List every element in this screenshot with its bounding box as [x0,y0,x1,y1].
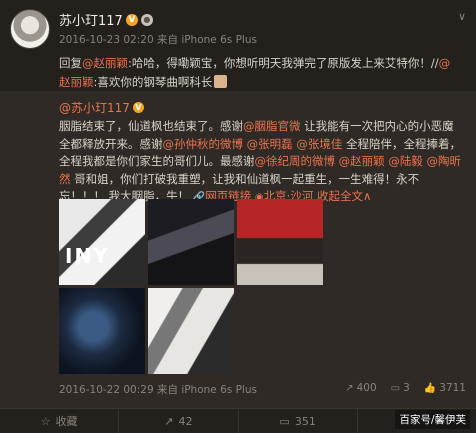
post-source: iPhone 6s Plus [181,34,257,46]
post-author: 苏小玎117 V ● [59,10,153,29]
chevron-up-icon[interactable]: ∧ [363,189,371,203]
favorite-label: 收藏 [55,415,78,428]
star-icon: ☆ [40,414,51,428]
like-count: 3711 [439,382,466,394]
reply-body: :哈哈，得嘞颖宝，你想听明天我弹完了原版发上来艾特你！// [128,56,439,70]
share-count: 400 [356,382,377,394]
watermark: 百家号/馨伊芙 [395,410,470,429]
share-icon: ↗ [345,382,354,394]
mention-link[interactable]: @陆毅 [388,154,423,168]
post-time[interactable]: 2016-10-23 02:20 [59,34,154,46]
like-stat[interactable]: 👍 3711 [424,382,466,394]
repost-stats: ↗ 400 ▭ 3 👍 3711 [345,382,466,394]
comment-stat[interactable]: ▭ 3 [391,382,410,394]
avatar[interactable] [10,9,50,49]
photo-thumbnail[interactable] [59,288,145,374]
share-stat[interactable]: ↗ 400 [345,382,376,394]
repost-author: @苏小玎117 V [59,99,144,116]
repost-box: @苏小玎117 V 胭脂结束了，仙道枫也结束了。感谢@胭脂官微 让我能有一次把内… [0,91,476,408]
repost-count: 42 [178,414,193,428]
mention-link[interactable]: @徐纪周的微博 [255,154,336,168]
mention-link[interactable]: @孙仲秋的微博 [163,137,244,151]
comment-count: 3 [403,382,410,394]
chevron-down-icon[interactable]: ∨ [458,10,466,23]
photo-thumbnail[interactable] [148,288,234,374]
favorite-button[interactable]: ☆ 收藏 [0,409,120,433]
reply-text: 回复@赵丽颖:哈哈，得嘞颖宝，你想听明天我弹完了原版发上来艾特你！//@赵丽颖:… [59,54,459,92]
post-meta: 2016-10-23 02:20 来自 iPhone 6s Plus [59,32,257,47]
thumbs-up-icon: 👍 [423,382,437,394]
repost-button[interactable]: ↗ 42 [119,409,239,433]
reply-prefix: 回复 [59,56,82,70]
mention-link[interactable]: @赵丽颖 [339,154,385,168]
comment-count: 351 [294,414,316,428]
repost-meta: 2016-10-22 00:29 来自 iPhone 6s Plus [59,382,257,397]
photo-overlay-text: INY [65,244,110,268]
comment-icon: ▭ [279,414,290,428]
collapse-button[interactable]: 收起全文 [317,189,363,203]
photo-thumbnail[interactable] [237,199,323,285]
verified-icon: V [125,13,138,26]
repost-author-name[interactable]: @苏小玎117 [59,99,130,116]
repost-source: iPhone 6s Plus [181,384,257,396]
weibo-post: 苏小玎117 V ● ∨ 2016-10-23 02:20 来自 iPhone … [0,0,476,433]
source-prefix: 来自 [156,384,178,396]
reply-body: :喜欢你的钢琴曲啊科长 [93,75,213,89]
author-name[interactable]: 苏小玎117 [59,10,123,29]
comment-icon: ▭ [390,382,401,394]
mention-link[interactable]: @张境佳 [296,137,342,151]
comment-button[interactable]: ▭ 351 [239,409,358,433]
photo-thumbnail[interactable] [148,199,234,285]
repost-text: 胭脂结束了，仙道枫也结束了。感谢@胭脂官微 让我能有一次把内心的小恶魔全都释放开… [59,118,463,207]
member-icon: ● [140,13,153,26]
photo-thumbnail[interactable]: INY [59,199,145,285]
mention-link[interactable]: @胭脂官微 [243,119,301,133]
source-prefix: 来自 [156,34,178,46]
mention-link[interactable]: @赵丽颖 [82,56,128,70]
emoji-icon [214,75,228,88]
repost-body: 胭脂结束了，仙道枫也结束了。感谢 [59,119,243,133]
share-icon: ↗ [164,414,174,428]
repost-time[interactable]: 2016-10-22 00:29 [59,384,154,396]
mention-link[interactable]: @张明磊 [247,137,293,151]
verified-icon: V [132,102,144,113]
